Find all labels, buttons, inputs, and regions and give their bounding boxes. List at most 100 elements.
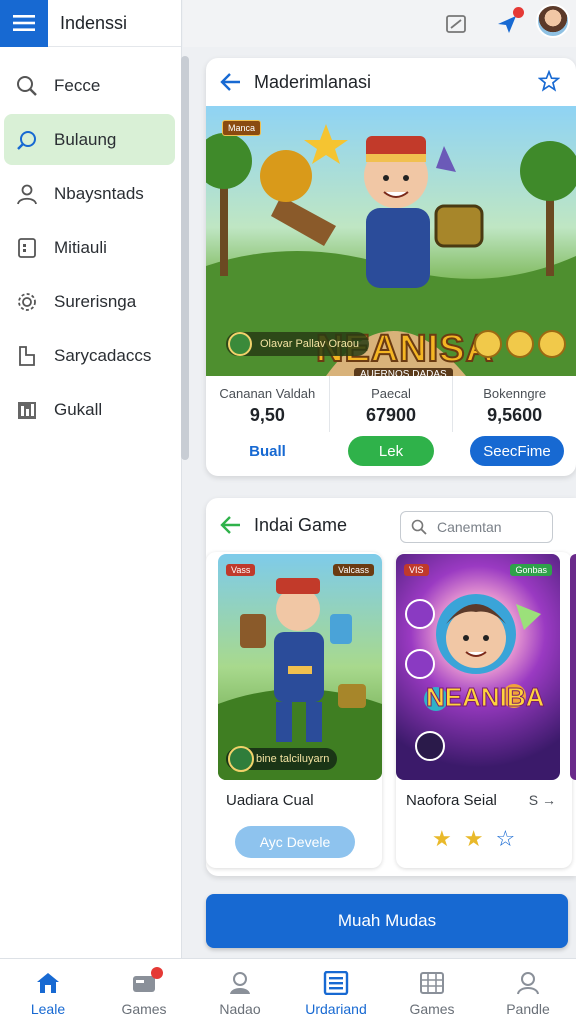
sidebar-list: Fecce Bulaung Nbaysntads Mitiauli Sureri… — [0, 47, 181, 435]
stat-label: Bokenngre — [483, 386, 547, 401]
sidebar-item-label: Fecce — [54, 75, 101, 95]
featured-card: Maderimlanasi Manca NEANISA AUERNOS DADA… — [206, 58, 576, 476]
stat: Bokenngre 9,5600 — [453, 376, 576, 432]
home-icon — [35, 969, 61, 997]
sidebar-item-sarycadaccs[interactable]: Sarycadaccs — [4, 330, 175, 381]
nav-label: Pandle — [506, 1001, 550, 1017]
coin-icon — [474, 330, 502, 358]
controller-icon — [228, 746, 254, 772]
game-thumbnail[interactable]: Vass Valcass bine talciluyarn — [218, 554, 382, 780]
document-icon — [14, 235, 40, 261]
nav-label: Leale — [30, 1001, 66, 1017]
buall-link[interactable]: Buall — [206, 443, 329, 460]
stat-label: Paecal — [371, 386, 411, 401]
game-card[interactable]: Vass Valcass bine talciluyarn Uadiara Cu… — [206, 552, 382, 868]
nav-label: Games — [121, 1001, 167, 1017]
stat: Cananan Valdah 9,50 — [206, 376, 330, 432]
star-filled-icon: ★ — [463, 826, 484, 851]
sidebar-scrollbar[interactable] — [181, 56, 189, 460]
games-section: Indai Game Canemtan Vass Valcass bine ta… — [206, 498, 576, 876]
coin-icon — [538, 330, 566, 358]
bottom-nav: Leale Games Nadao Urdariand Games Pandle — [0, 958, 576, 1024]
sidebar-header: Indenssi — [0, 0, 181, 47]
sidebar-item-surerisnga[interactable]: Surerisnga — [4, 276, 175, 327]
game-name: Uadiara Cual — [226, 792, 314, 809]
nav-item-leale[interactable]: Leale — [0, 959, 96, 1024]
user-icon — [227, 969, 253, 997]
lek-button[interactable]: Lek — [348, 436, 434, 466]
notification-dot — [513, 7, 524, 18]
game-pill: bine talciluyarn — [226, 746, 338, 772]
muah-mudas-button[interactable]: Muah Mudas — [206, 894, 568, 948]
back-arrow-icon[interactable] — [220, 515, 242, 535]
list-icon — [323, 969, 349, 997]
game-price: S → — [528, 792, 556, 808]
nav-item-games[interactable]: Games — [96, 959, 192, 1024]
star-filled-icon: ★ — [432, 826, 452, 851]
stats-row: Cananan Valdah 9,50 Paecal 67900 Bokenng… — [206, 376, 576, 432]
star-outline-icon: ☆ — [495, 826, 516, 851]
seecfime-button[interactable]: SeecFime — [470, 436, 564, 466]
grid-icon — [419, 969, 445, 997]
sidebar-item-label: Mitiauli — [54, 237, 107, 257]
stat-value: 67900 — [365, 405, 417, 425]
menu-button[interactable] — [0, 0, 48, 47]
nav-item-games-2[interactable]: Games — [384, 959, 480, 1024]
games-icon — [131, 967, 163, 997]
top-bar — [183, 0, 576, 47]
featured-title: Maderimlanasi — [254, 71, 372, 92]
file-icon — [14, 343, 40, 369]
sidebar-item-label: Surerisnga — [54, 291, 137, 311]
game-name: Naofora Seial — [406, 792, 497, 809]
game-tag: Gonbas — [510, 564, 552, 576]
hero-subtitle: AUERNOS DADAS — [354, 368, 453, 376]
ayc-devele-button[interactable]: Ayc Devele — [235, 826, 355, 858]
profile-icon — [515, 969, 541, 997]
stat-label: Cananan Valdah — [219, 386, 316, 401]
game-tag: Vass — [226, 564, 256, 576]
sidebar-item-label: Nbaysntads — [54, 183, 144, 203]
game-tag: VIS — [404, 564, 429, 576]
sidebar-item-gukall[interactable]: Gukall — [4, 384, 175, 435]
stat-value: 9,50 — [249, 405, 285, 425]
user-icon — [14, 181, 40, 207]
game-thumbnail[interactable]: VIS Gonbas NEANIBA — [396, 554, 560, 780]
avatar[interactable] — [536, 4, 570, 38]
game-logo: NEANIBA — [425, 682, 545, 713]
search-icon — [411, 519, 427, 535]
nav-item-nadao[interactable]: Nadao — [192, 959, 288, 1024]
send-icon[interactable] — [492, 7, 524, 39]
sidebar-item-fecce[interactable]: Fecce — [4, 60, 175, 111]
hero-pill[interactable]: Olavar Pallav Oraou — [226, 332, 370, 356]
star-outline-icon[interactable] — [538, 70, 560, 92]
nav-item-urdariand[interactable]: Urdariand — [288, 959, 384, 1024]
screen-icon[interactable] — [441, 9, 471, 39]
featured-hero-image[interactable]: Manca NEANISA AUERNOS DADAS Olavar Palla… — [206, 106, 576, 376]
coin-icon — [506, 330, 534, 358]
sidebar: Indenssi Fecce Bulaung Nbaysntads Mitiau… — [0, 0, 189, 958]
sidebar-item-bulaung[interactable]: Bulaung — [4, 114, 175, 165]
hero-badge: Manca — [222, 120, 262, 136]
game-pill-label: bine talciluyarn — [256, 753, 330, 765]
stat: Paecal 67900 — [330, 376, 454, 432]
nav-label: Nadao — [219, 1001, 261, 1017]
back-arrow-icon[interactable] — [220, 72, 242, 92]
sidebar-item-nbaysntads[interactable]: Nbaysntads — [4, 168, 175, 219]
game-tag: Valcass — [333, 564, 374, 576]
nav-item-pandle[interactable]: Pandle — [480, 959, 576, 1024]
game-card[interactable]: VIS Gonbas NEANIBA Naofora Seial S → ★ ★… — [396, 552, 572, 868]
stat-value: 9,5600 — [487, 405, 543, 425]
search-placeholder: Canemtan — [437, 519, 502, 535]
search-input[interactable]: Canemtan — [400, 511, 553, 543]
hero-pill-label: Olavar Pallav Oraou — [260, 338, 360, 350]
star-rating[interactable]: ★ ★ ☆ — [432, 826, 515, 852]
next-game-peek[interactable] — [570, 554, 576, 780]
featured-header: Maderimlanasi — [206, 58, 576, 106]
nav-label: Games — [409, 1001, 455, 1017]
nav-label: Urdariand — [305, 1001, 367, 1017]
chart-icon — [14, 397, 40, 423]
sidebar-item-mitiauli[interactable]: Mitiauli — [4, 222, 175, 273]
app-title: Indenssi — [60, 12, 128, 33]
notification-dot — [151, 967, 163, 979]
sidebar-item-label: Gukall — [54, 399, 103, 419]
